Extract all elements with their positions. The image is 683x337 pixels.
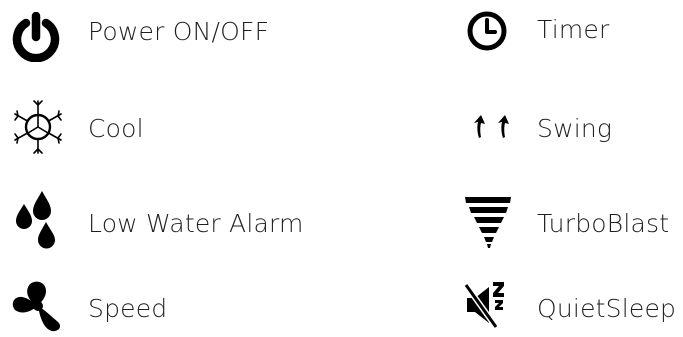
water-drops-icon: [16, 191, 55, 249]
legend-item-power: Power ON/OFF: [0, 6, 330, 62]
speed-label: Speed: [88, 294, 168, 323]
legend-item-quiet-sleep: QuietSleep: [455, 282, 683, 333]
legend-item-cool: Cool: [0, 100, 330, 154]
mute-sleep-icon: [463, 282, 504, 329]
cool-label: Cool: [88, 114, 144, 143]
power-icon: [12, 12, 60, 62]
power-label: Power ON/OFF: [88, 17, 270, 46]
clock-timer-icon: [467, 11, 507, 51]
snowflake-cool-icon: [14, 100, 62, 154]
fan-icon: [12, 281, 61, 332]
legend-item-swing: Swing: [455, 103, 683, 153]
swing-arrows-icon: [474, 115, 509, 138]
legend-item-speed: Speed: [0, 281, 330, 333]
swing-label: Swing: [537, 114, 613, 143]
low-water-alarm-label: Low Water Alarm: [88, 209, 304, 238]
quiet-sleep-label: QuietSleep: [537, 294, 677, 323]
legend-item-timer: Timer: [455, 6, 683, 56]
timer-label: Timer: [537, 15, 610, 44]
legend-item-low-water-alarm: Low Water Alarm: [0, 191, 330, 249]
tornado-icon: [465, 197, 511, 248]
legend-item-turbo-blast: TurboBlast: [455, 197, 683, 248]
turbo-blast-label: TurboBlast: [537, 209, 670, 238]
